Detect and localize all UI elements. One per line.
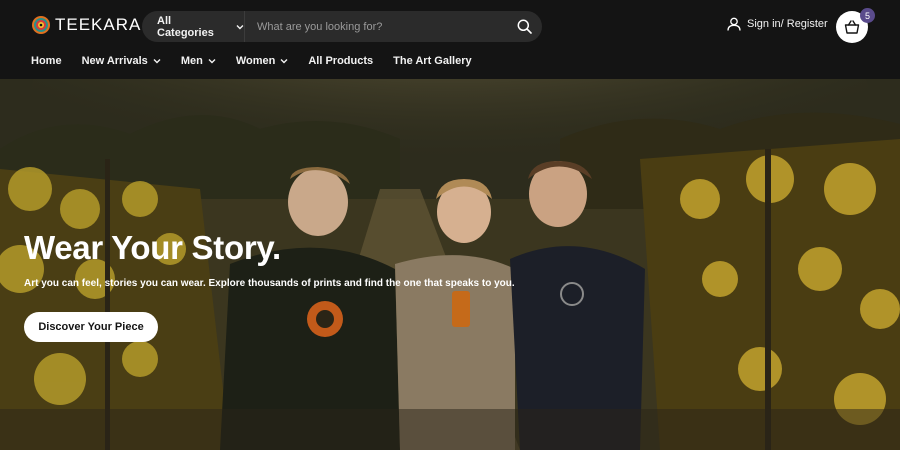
nav-item-home[interactable]: Home bbox=[31, 55, 62, 67]
chevron-down-icon bbox=[153, 59, 161, 64]
shopping-basket-icon bbox=[844, 20, 860, 34]
hero-banner: Wear Your Story. Art you can feel, stori… bbox=[0, 79, 900, 450]
nav-item-label: The Art Gallery bbox=[393, 55, 472, 67]
category-select[interactable]: All Categories bbox=[142, 11, 245, 42]
signin-label: Sign in/ Register bbox=[747, 18, 828, 30]
chevron-down-icon bbox=[280, 59, 288, 64]
hero-title: Wear Your Story. bbox=[24, 229, 281, 266]
cart-count-badge: 5 bbox=[860, 8, 875, 23]
user-icon bbox=[727, 17, 741, 31]
nav-item-label: Women bbox=[235, 55, 276, 67]
chevron-down-icon bbox=[236, 24, 244, 29]
search-input[interactable] bbox=[245, 11, 506, 42]
nav-item-new-arrivals[interactable]: New Arrivals bbox=[82, 55, 161, 67]
hero-subtitle: Art you can feel, stories you can wear. … bbox=[24, 278, 515, 289]
cart-button[interactable]: 5 bbox=[836, 8, 875, 43]
nav-item-women[interactable]: Women bbox=[236, 55, 289, 67]
nav-item-label: Men bbox=[180, 55, 203, 67]
nav-item-label: Home bbox=[31, 55, 62, 67]
chevron-down-icon bbox=[208, 59, 216, 64]
search-button[interactable] bbox=[506, 11, 542, 42]
nav-item-label: New Arrivals bbox=[81, 55, 148, 67]
signin-link[interactable]: Sign in/ Register bbox=[727, 17, 828, 31]
nav-item-art-gallery[interactable]: The Art Gallery bbox=[393, 55, 471, 67]
search-bar: All Categories bbox=[142, 11, 542, 42]
mandala-logo-icon bbox=[32, 16, 50, 34]
nav-item-men[interactable]: Men bbox=[181, 55, 216, 67]
discover-button[interactable]: Discover Your Piece bbox=[24, 312, 158, 342]
category-select-label: All Categories bbox=[157, 14, 214, 39]
brand-logo[interactable]: TEEKARA bbox=[31, 15, 141, 35]
nav-item-label: All Products bbox=[308, 55, 374, 67]
brand-name: TEEKARA bbox=[55, 15, 142, 34]
site-header: TEEKARA All Categories Sign in/ Register… bbox=[0, 0, 900, 79]
main-nav: Home New Arrivals Men Women All Products… bbox=[31, 55, 492, 67]
nav-item-all-products[interactable]: All Products bbox=[308, 55, 373, 67]
search-icon bbox=[517, 19, 532, 34]
